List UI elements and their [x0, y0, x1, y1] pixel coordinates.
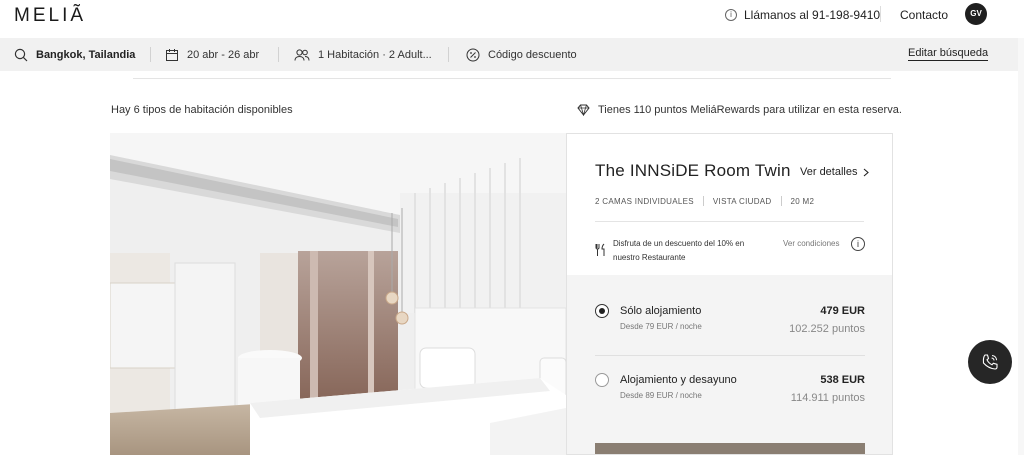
room-types-count: Hay 6 tipos de habitación disponibles — [111, 104, 293, 116]
rate-option[interactable]: Sólo alojamiento Desde 79 EUR / noche 47… — [595, 304, 865, 354]
feature-view: VISTA CIUDAD — [712, 196, 772, 206]
destination-value: Bangkok, Tailandia — [36, 48, 136, 61]
select-rate-button[interactable] — [595, 443, 865, 454]
user-avatar[interactable]: GV — [965, 3, 987, 25]
rate-from-price: Desde 89 EUR / noche — [620, 391, 702, 400]
phone-label: Llámanos al 91-198-9410 — [744, 8, 881, 22]
search-summary-bar: Bangkok, Tailandia 20 abr - 26 abr 1 Hab… — [0, 38, 1024, 71]
top-header: MELIÃ i Llámanos al 91-198-9410 Contacto… — [0, 0, 1024, 38]
rewards-text: Tienes 110 puntos MeliáRewards para util… — [598, 104, 902, 116]
users-icon — [294, 48, 310, 61]
room-photo-illustration — [110, 133, 566, 455]
search-separator — [150, 47, 151, 62]
feature-size: 20 M2 — [790, 196, 815, 206]
contact-link[interactable]: Contacto — [900, 8, 948, 22]
diamond-icon — [577, 104, 590, 116]
dates-field[interactable]: 20 abr - 26 abr — [165, 38, 259, 71]
room-photo[interactable] — [110, 133, 566, 455]
feature-separator — [780, 196, 782, 206]
dates-value: 20 abr - 26 abr — [187, 48, 260, 61]
destination-field[interactable]: Bangkok, Tailandia — [14, 38, 135, 71]
room-title: The INNSiDE Room Twin — [595, 161, 791, 180]
discount-code-field[interactable]: Código descuento — [466, 38, 577, 71]
feature-beds: 2 CAMAS INDIVIDUALES — [595, 196, 694, 206]
phone-call-icon — [982, 354, 998, 370]
rate-from-price: Desde 79 EUR / noche — [620, 322, 702, 331]
info-icon[interactable]: i — [851, 237, 865, 251]
room-features: 2 CAMAS INDIVIDUALES VISTA CIUDAD 20 M2 — [595, 196, 814, 206]
header-divider — [880, 6, 881, 22]
page-scrollbar[interactable] — [1018, 38, 1024, 455]
rate-total-price: 538 EUR — [820, 374, 865, 386]
rate-divider — [595, 355, 865, 356]
calendar-icon — [166, 48, 178, 61]
rate-points: 114.911 puntos — [790, 392, 865, 404]
view-details-link[interactable]: Ver detalles — [800, 166, 870, 178]
section-divider — [133, 78, 891, 79]
cutlery-icon — [595, 243, 605, 256]
rooms-guests-value: 1 Habitación · 2 Adult... — [318, 48, 432, 61]
rate-name: Sólo alojamiento — [620, 305, 702, 317]
promo-text: Disfruta de un descuento del 10% en nues… — [613, 239, 745, 262]
rate-radio-selected[interactable] — [595, 304, 609, 318]
view-details-label: Ver detalles — [800, 166, 858, 178]
search-icon — [14, 48, 28, 61]
search-separator — [278, 47, 279, 62]
rate-option[interactable]: Alojamiento y desayuno Desde 89 EUR / no… — [595, 373, 865, 423]
discount-code-label: Código descuento — [488, 48, 577, 61]
rate-options: Sólo alojamiento Desde 79 EUR / noche 47… — [567, 275, 892, 454]
percent-badge-icon — [466, 48, 480, 61]
room-card: The INNSiDE Room Twin Ver detalles 2 CAM… — [566, 133, 893, 455]
feature-separator — [702, 196, 704, 206]
rate-total-price: 479 EUR — [820, 305, 865, 317]
rooms-guests-field[interactable]: 1 Habitación · 2 Adult... — [294, 38, 432, 71]
edit-search-link[interactable]: Editar búsqueda — [908, 47, 989, 61]
rewards-notice: Tienes 110 puntos MeliáRewards para util… — [577, 104, 902, 116]
info-icon: i — [725, 9, 737, 21]
melia-logo[interactable]: MELIÃ — [14, 5, 86, 27]
view-conditions-link[interactable]: Ver condiciones — [783, 239, 839, 248]
rate-name: Alojamiento y desayuno — [620, 374, 737, 386]
rate-radio[interactable] — [595, 373, 609, 387]
rate-points: 102.252 puntos — [789, 323, 865, 335]
chevron-right-icon — [864, 168, 870, 176]
card-divider — [595, 221, 864, 222]
call-button[interactable] — [968, 340, 1012, 384]
search-separator — [448, 47, 449, 62]
phone-contact[interactable]: i Llámanos al 91-198-9410 — [725, 7, 880, 23]
